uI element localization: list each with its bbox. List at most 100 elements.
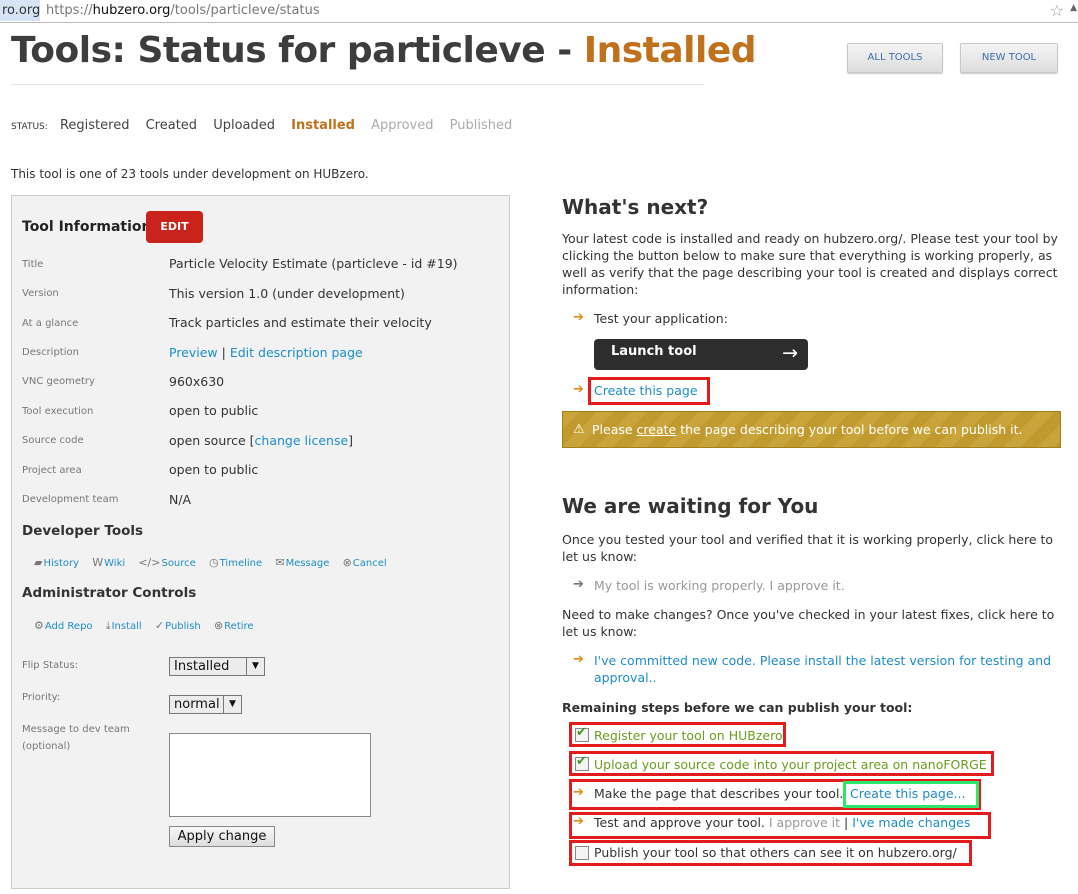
download-icon: ⤓	[105, 619, 111, 632]
history-icon: ▰	[34, 556, 43, 569]
row-value-version: This version 1.0 (under development)	[169, 286, 405, 301]
preview-link[interactable]: Preview	[169, 345, 218, 360]
wiki-link[interactable]: Wiki	[104, 558, 125, 569]
all-tools-button[interactable]: ALL TOOLS	[847, 43, 943, 73]
tool-info-title: Tool Information	[22, 219, 152, 235]
intro-text: This tool is one of 23 tools under devel…	[11, 167, 369, 181]
source-icon: </>	[138, 556, 161, 569]
committed-code-link-cont[interactable]: approval..	[594, 669, 657, 686]
step-installed: Installed	[291, 118, 355, 133]
url-text[interactable]: https://hubzero.org/tools/particleve/sta…	[46, 0, 320, 21]
install-link[interactable]: Install	[112, 621, 142, 632]
checkbox-unchecked-icon	[575, 846, 589, 860]
row-label-project: Project area	[22, 465, 82, 476]
made-changes-link[interactable]: I've made changes	[852, 815, 970, 830]
arrow-right-icon: ➔	[573, 310, 584, 325]
whats-next-heading: What's next?	[562, 195, 709, 219]
admin-controls-title: Administrator Controls	[22, 585, 197, 601]
create-this-page-link[interactable]: Create this page...	[850, 785, 965, 802]
row-value-source: open source [change license]	[169, 433, 354, 448]
row-value-glance: Track particles and estimate their veloc…	[169, 315, 432, 330]
title-status: Installed	[583, 30, 757, 71]
apply-change-button[interactable]: Apply change	[169, 826, 275, 847]
new-tool-button[interactable]: NEW TOOL	[960, 43, 1058, 73]
status-steps: STATUS: Registered Created Uploaded Inst…	[11, 118, 524, 133]
source-link[interactable]: Source	[161, 558, 195, 569]
warning-icon: ⚠	[573, 422, 585, 437]
priority-select[interactable]: normal ▼	[169, 695, 242, 714]
checkbox-checked-icon	[575, 754, 589, 771]
arrow-right-icon: ➔	[573, 652, 584, 667]
create-link[interactable]: create	[637, 422, 677, 437]
i-approve-it-link[interactable]: I approve it	[769, 815, 840, 830]
arrow-right-icon: ➔	[573, 577, 584, 592]
checkmark-icon: ✓	[154, 619, 165, 632]
row-value-execution: open to public	[169, 403, 259, 418]
cancel-icon: ⊗	[342, 556, 352, 569]
step-upload: Upload your source code into your projec…	[594, 757, 987, 772]
row-value-vnc: 960x630	[169, 374, 225, 389]
arrow-right-icon: ➔	[573, 785, 584, 800]
admin-controls-row: ⚙Add Repo ⤓Install ✓Publish ⊗Retire	[34, 619, 264, 633]
wiki-icon: W	[92, 556, 104, 569]
warning-banner: ⚠ Please create the page describing your…	[562, 411, 1061, 448]
step-publish: Publish your tool so that others can see…	[594, 845, 957, 860]
message-label: Message to dev team	[22, 724, 130, 735]
step-created: Created	[145, 118, 198, 133]
row-value-devteam: N/A	[169, 492, 192, 507]
row-label-source: Source code	[22, 435, 84, 446]
url-domain-chip: ro.org	[0, 0, 40, 21]
step-approved: Approved	[371, 118, 434, 133]
step-make-page: Make the page that describes your tool.	[594, 786, 844, 801]
browser-address-bar[interactable]: ro.org https://hubzero.org/tools/particl…	[0, 0, 1078, 23]
publish-link[interactable]: Publish	[165, 621, 201, 632]
committed-code-link[interactable]: I've committed new code. Please install …	[594, 652, 1051, 669]
row-label-execution: Tool execution	[22, 406, 94, 417]
changes-text: Need to make changes? Once you've checke…	[562, 607, 1055, 639]
step-uploaded: Uploaded	[213, 118, 275, 133]
title-divider	[11, 84, 704, 85]
priority-label: Priority:	[22, 692, 61, 703]
whats-next-text: Your latest code is installed and ready …	[562, 231, 1058, 297]
arrow-right-icon: →	[782, 342, 798, 364]
arrow-right-icon: ➔	[573, 814, 584, 829]
developer-tools-row: ▰History WWiki </>Source ◷Timeline ✉Mess…	[34, 556, 397, 569]
waiting-heading: We are waiting for You	[562, 494, 819, 518]
status-label: STATUS:	[11, 122, 48, 132]
row-label-description: Description	[22, 347, 79, 358]
approve-link[interactable]: My tool is working properly. I approve i…	[594, 577, 845, 594]
test-application-label: Test your application:	[594, 311, 728, 326]
retire-icon: ⊗	[213, 619, 224, 632]
page-title: Tools: Status for particleve - Installed	[11, 30, 757, 71]
waiting-text: Once you tested your tool and verified t…	[562, 532, 1054, 564]
tool-info-panel: Tool Information EDIT Title Particle Vel…	[11, 195, 510, 889]
step-published: Published	[449, 118, 513, 133]
developer-tools-title: Developer Tools	[22, 523, 144, 539]
gear-icon: ⚙	[34, 619, 44, 632]
launch-tool-label: Launch tool	[611, 344, 697, 359]
change-license-link[interactable]: change license	[255, 433, 349, 448]
history-link[interactable]: History	[43, 558, 79, 569]
retire-link[interactable]: Retire	[224, 621, 253, 632]
checkbox-checked-icon	[575, 725, 589, 742]
add-repo-link[interactable]: Add Repo	[45, 621, 93, 632]
timeline-icon: ◷	[209, 556, 219, 569]
create-page-link[interactable]: Create this page	[594, 382, 698, 399]
edit-description-link[interactable]: Edit description page	[230, 345, 363, 360]
scroll-up-icon[interactable]: ▲	[1070, 3, 1077, 13]
message-textarea[interactable]	[169, 733, 371, 817]
row-label-glance: At a glance	[22, 318, 79, 329]
launch-tool-button[interactable]: Launch tool →	[594, 339, 808, 370]
arrow-right-icon: ➔	[573, 382, 584, 397]
row-value-title: Particle Velocity Estimate (particleve -…	[169, 256, 458, 271]
timeline-link[interactable]: Timeline	[220, 558, 263, 569]
bookmark-star-icon[interactable]: ☆	[1050, 1, 1064, 20]
row-label-title: Title	[22, 259, 44, 270]
flip-status-select[interactable]: Installed ▼	[169, 657, 265, 676]
cancel-link[interactable]: Cancel	[353, 558, 387, 569]
row-value-description: Preview | Edit description page	[169, 345, 363, 360]
message-link[interactable]: Message	[286, 558, 330, 569]
step-registered: Registered	[59, 118, 130, 133]
step-register: Register your tool on HUBzero	[594, 728, 783, 743]
edit-button[interactable]: EDIT	[146, 211, 203, 243]
